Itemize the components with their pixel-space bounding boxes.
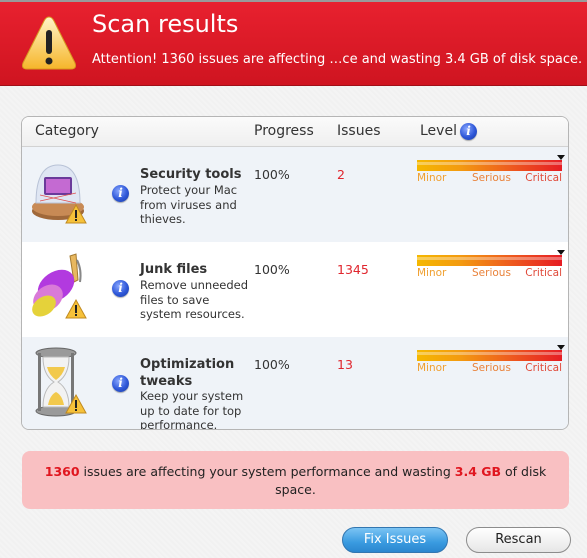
row-name: Security tools bbox=[140, 167, 242, 182]
warning-icon bbox=[22, 16, 76, 70]
row-issues: 1345 bbox=[337, 262, 369, 277]
column-category: Category bbox=[35, 123, 99, 139]
row-progress: 100% bbox=[254, 167, 290, 182]
level-meter: Minor Serious Critical bbox=[417, 345, 565, 375]
table-row: i Optimization tweaks Keep your system u… bbox=[22, 337, 568, 430]
column-issues: Issues bbox=[337, 123, 381, 139]
level-label-critical: Critical bbox=[525, 267, 562, 279]
level-marker bbox=[557, 155, 565, 160]
summary-box: 1360 issues are affecting your system pe… bbox=[22, 451, 569, 509]
row-progress: 100% bbox=[254, 357, 290, 372]
level-bar bbox=[417, 255, 562, 266]
level-label-serious: Serious bbox=[472, 267, 511, 279]
row-info-icon[interactable]: i bbox=[112, 185, 129, 202]
level-meter: Minor Serious Critical bbox=[417, 250, 565, 280]
level-label-serious: Serious bbox=[472, 172, 511, 184]
level-bar bbox=[417, 350, 562, 361]
row-info-icon[interactable]: i bbox=[112, 280, 129, 297]
summary-disk-size: 3.4 GB bbox=[454, 464, 502, 479]
feather-duster-icon bbox=[32, 253, 87, 319]
fix-issues-button[interactable]: Fix Issues bbox=[342, 527, 448, 553]
rescan-button[interactable]: Rescan bbox=[466, 527, 571, 553]
header-subtitle: Attention! 1360 issues are affecting …ce… bbox=[92, 52, 583, 67]
table-row: i Security tools Protect your Mac from v… bbox=[22, 147, 568, 242]
security-globe-icon bbox=[32, 164, 87, 224]
column-level: Level bbox=[420, 123, 457, 139]
level-label-minor: Minor bbox=[417, 172, 447, 184]
row-name: Optimization tweaks bbox=[140, 357, 235, 389]
table-header: Category Progress Issues Level i bbox=[22, 117, 568, 147]
summary-issue-count: 1360 bbox=[44, 464, 80, 479]
level-label-critical: Critical bbox=[525, 172, 562, 184]
hourglass-icon bbox=[35, 347, 87, 417]
level-label-serious: Serious bbox=[472, 362, 511, 374]
page-title: Scan results bbox=[92, 10, 239, 38]
level-label-minor: Minor bbox=[417, 267, 447, 279]
header-banner: Scan results Attention! 1360 issues are … bbox=[0, 0, 587, 86]
table-row: i Junk files Remove unneeded files to sa… bbox=[22, 242, 568, 337]
row-progress: 100% bbox=[254, 262, 290, 277]
level-label-critical: Critical bbox=[525, 362, 562, 374]
level-bar bbox=[417, 160, 562, 171]
row-info-icon[interactable]: i bbox=[112, 375, 129, 392]
level-marker bbox=[557, 345, 565, 350]
level-label-minor: Minor bbox=[417, 362, 447, 374]
level-marker bbox=[557, 250, 565, 255]
row-issues: 13 bbox=[337, 357, 353, 372]
column-progress: Progress bbox=[254, 123, 314, 139]
row-description: Protect your Mac from viruses and thieve… bbox=[140, 183, 238, 226]
row-name: Junk files bbox=[140, 262, 208, 277]
level-info-icon[interactable]: i bbox=[460, 123, 477, 140]
results-table: Category Progress Issues Level i i Secur… bbox=[21, 116, 569, 430]
row-issues: 2 bbox=[337, 167, 345, 182]
level-meter: Minor Serious Critical bbox=[417, 155, 565, 185]
row-description: Remove unneeded files to save system res… bbox=[140, 278, 249, 321]
summary-text: issues are affecting your system perform… bbox=[79, 464, 455, 479]
row-description: Keep your system up to date for top perf… bbox=[140, 389, 244, 430]
